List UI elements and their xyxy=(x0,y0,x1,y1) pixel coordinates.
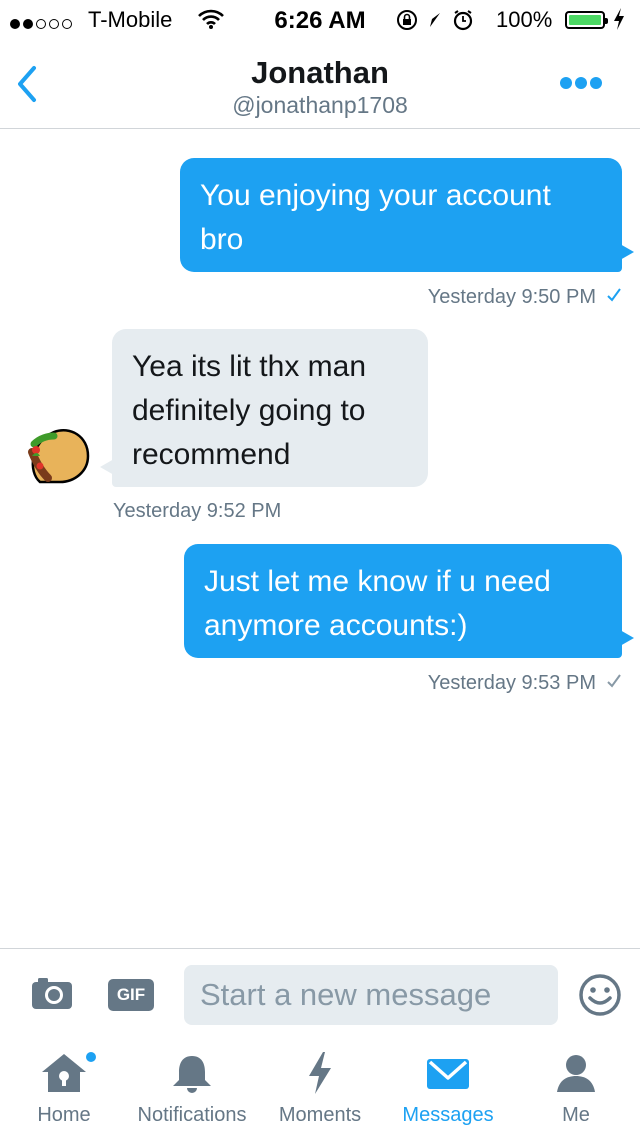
message-text: You enjoying your account bro xyxy=(200,179,551,256)
status-icons xyxy=(396,7,490,39)
tab-me[interactable]: Me xyxy=(512,1040,640,1136)
status-bar: T-Mobile 6:26 AM 100% xyxy=(0,0,640,40)
tab-label: Notifications xyxy=(137,1104,247,1126)
message-bubble-received[interactable]: Yea its lit thx man definitely going to … xyxy=(100,329,428,487)
message-timestamp: Yesterday 9:50 PM xyxy=(428,286,622,309)
check-icon xyxy=(606,286,622,309)
message-timestamp: Yesterday 9:53 PM xyxy=(428,672,622,695)
tab-label: Moments xyxy=(278,1104,362,1126)
camera-button[interactable] xyxy=(30,975,74,1016)
message-composer: GIF xyxy=(0,948,640,1041)
tab-label: Me xyxy=(562,1104,590,1126)
message-bubble-sent[interactable]: Just let me know if u need anymore accou… xyxy=(184,544,634,658)
battery-percentage: 100% xyxy=(496,7,553,32)
message-timestamp: Yesterday 9:52 PM xyxy=(113,500,282,522)
location-icon xyxy=(430,13,440,27)
message-text: Just let me know if u need anymore accou… xyxy=(204,565,551,642)
contact-name[interactable]: Jonathan xyxy=(0,55,640,91)
timestamp-text: Yesterday 9:53 PM xyxy=(427,672,596,694)
rotation-lock-icon xyxy=(397,10,417,30)
tab-bar: Home Notifications Moments Messages Me xyxy=(0,1040,640,1136)
charging-icon xyxy=(612,7,626,37)
tab-moments[interactable]: Moments xyxy=(256,1040,384,1136)
emoji-button[interactable] xyxy=(578,973,622,1022)
timestamp-text: Yesterday 9:50 PM xyxy=(427,286,596,308)
emoji-icon xyxy=(579,974,621,1016)
more-options-button[interactable] xyxy=(560,76,605,94)
envelope-icon xyxy=(423,1050,473,1102)
check-icon xyxy=(606,672,622,695)
alarm-icon xyxy=(453,10,473,31)
tab-messages[interactable]: Messages xyxy=(384,1040,512,1136)
tab-home[interactable]: Home xyxy=(0,1040,128,1136)
notification-badge xyxy=(86,1052,96,1062)
conversation-header: Jonathan @jonathanp1708 xyxy=(0,40,640,129)
bell-icon xyxy=(169,1050,215,1102)
contact-handle[interactable]: @jonathanp1708 xyxy=(0,92,640,119)
message-bubble-sent[interactable]: You enjoying your account bro xyxy=(180,158,634,272)
tab-notifications[interactable]: Notifications xyxy=(128,1040,256,1136)
tab-label: Messages xyxy=(402,1104,494,1126)
person-icon xyxy=(553,1050,599,1102)
camera-icon xyxy=(32,978,72,1009)
message-input[interactable] xyxy=(184,965,558,1025)
gif-button[interactable]: GIF xyxy=(108,979,154,1011)
taco-avatar-icon[interactable] xyxy=(26,422,92,491)
message-text: Yea its lit thx man definitely going to … xyxy=(132,350,367,471)
battery-icon xyxy=(565,11,608,29)
lightning-icon xyxy=(303,1050,337,1102)
tab-label: Home xyxy=(37,1104,91,1126)
home-icon xyxy=(38,1050,90,1102)
more-dots-icon xyxy=(560,77,572,89)
